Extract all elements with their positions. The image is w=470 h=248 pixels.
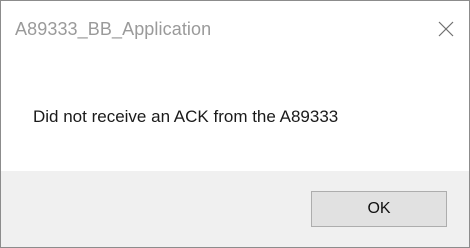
title-bar: A89333_BB_Application [1, 1, 469, 59]
dialog-footer: OK [1, 171, 469, 247]
ok-button[interactable]: OK [311, 191, 447, 227]
message-dialog: A89333_BB_Application Did not receive an… [0, 0, 470, 248]
window-title: A89333_BB_Application [15, 19, 212, 39]
close-button[interactable] [423, 11, 469, 47]
error-message: Did not receive an ACK from the A89333 [33, 107, 339, 126]
close-icon [438, 21, 454, 37]
dialog-content: Did not receive an ACK from the A89333 [1, 59, 469, 171]
